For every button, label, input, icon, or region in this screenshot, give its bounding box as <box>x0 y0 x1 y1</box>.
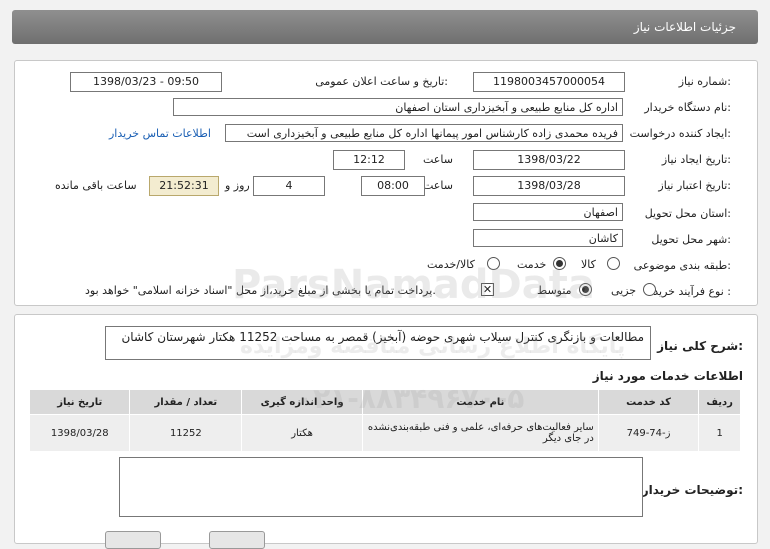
announce-field: 1398/03/23 - 09:50 <box>70 72 222 92</box>
col-qty: تعداد / مقدار <box>129 389 243 415</box>
days-label: روز و <box>225 179 250 192</box>
services-header-row: ردیف کد خدمت نام خدمت واحد اندازه گیری ت… <box>28 389 741 415</box>
created-time-field: 12:12 <box>333 150 405 170</box>
validity-time-label: ساعت <box>423 179 453 192</box>
days-field: 4 <box>253 176 325 196</box>
need-description-label: شرح کلی نیاز: <box>657 339 743 353</box>
footer-button-left[interactable] <box>105 531 161 549</box>
col-date: تاریخ نیاز <box>28 389 131 415</box>
cell-code: ز-74-749 <box>597 414 700 452</box>
category-radio-goods[interactable] <box>607 257 620 270</box>
col-code: کد خدمت <box>597 389 700 415</box>
buyer-notes-label: توضیحات خریدار: <box>641 483 743 497</box>
cell-name: سایر فعالیت‌های حرفه‌ای، علمی و فنی طبقه… <box>361 414 599 452</box>
payment-note: پرداخت تمام یا بخشی از مبلغ خرید،از محل … <box>85 284 436 297</box>
city-label: شهر محل تحویل: <box>651 233 731 246</box>
services-table: ردیف کد خدمت نام خدمت واحد اندازه گیری ت… <box>28 389 741 452</box>
announce-label: تاریخ و ساعت اعلان عمومی: <box>315 75 448 88</box>
remaining-time-field: 21:52:31 <box>149 176 219 196</box>
category-radio-service[interactable] <box>553 257 566 270</box>
requester-label: ایجاد کننده درخواست: <box>629 127 731 140</box>
col-row: ردیف <box>698 389 741 415</box>
category-option-goods: کالا <box>581 258 596 271</box>
created-time-label: ساعت <box>423 153 453 166</box>
details-panel: شماره نیاز: 1198003457000054 تاریخ و ساع… <box>14 60 758 306</box>
process-option-medium: متوسط <box>537 284 572 297</box>
process-radio-medium[interactable] <box>579 283 592 296</box>
footer-button-right[interactable] <box>209 531 265 549</box>
services-title: اطلاعات خدمات مورد نیاز <box>592 369 743 383</box>
category-option-service: خدمت <box>517 258 547 271</box>
created-date-label: تاریخ ایجاد نیاز: <box>661 153 731 166</box>
category-option-goods-service: کالا/خدمت <box>427 258 475 271</box>
province-field: اصفهان <box>473 203 623 221</box>
cell-qty: 11252 <box>129 414 243 452</box>
created-date-field: 1398/03/22 <box>473 150 625 170</box>
buyer-notes-box <box>119 457 643 517</box>
cell-date: 1398/03/28 <box>28 414 131 452</box>
need-description-text: مطالعات و بازنگری کنترل سیلاب شهری حوضه … <box>121 330 644 344</box>
remaining-label: ساعت باقی مانده <box>55 179 137 192</box>
validity-time-field: 08:00 <box>361 176 425 196</box>
cell-unit: هکتار <box>241 414 363 452</box>
process-label: نوع فرآیند خرید : <box>653 285 731 298</box>
need-panel: شرح کلی نیاز: مطالعات و بازنگری کنترل سی… <box>14 314 758 549</box>
table-row: 1 ز-74-749 سایر فعالیت‌های حرفه‌ای، علمی… <box>28 414 741 452</box>
col-unit: واحد اندازه گیری <box>241 389 363 415</box>
page-title: جزئیات اطلاعات نیاز <box>633 20 736 34</box>
category-radio-goods-service[interactable] <box>487 257 500 270</box>
requester-field: فریده محمدی زاده کارشناس امور پیمانها اد… <box>225 124 623 142</box>
contact-info-link[interactable]: اطلاعات تماس خریدار <box>109 127 211 140</box>
col-name: نام خدمت <box>361 389 599 415</box>
buyer-field: اداره کل منابع طبیعی و آبخیزداری استان ا… <box>173 98 623 116</box>
validity-date-field: 1398/03/28 <box>473 176 625 196</box>
need-number-field: 1198003457000054 <box>473 72 625 92</box>
header-bar: جزئیات اطلاعات نیاز <box>12 10 758 44</box>
validity-date-label: تاریخ اعتبار نیاز: <box>658 179 731 192</box>
province-label: استان محل تحویل: <box>644 207 731 220</box>
process-option-minor: جزیی <box>611 284 637 297</box>
need-number-label: شماره نیاز: <box>678 75 731 88</box>
buyer-label: نام دستگاه خریدار: <box>644 101 731 114</box>
need-description-box: مطالعات و بازنگری کنترل سیلاب شهری حوضه … <box>105 326 651 360</box>
process-radio-minor[interactable] <box>643 283 656 296</box>
category-label: طبقه بندی موضوعی: <box>633 259 731 272</box>
city-field: کاشان <box>473 229 623 247</box>
cell-row: 1 <box>698 414 741 452</box>
treasury-checkbox[interactable]: ✕ <box>481 283 494 296</box>
